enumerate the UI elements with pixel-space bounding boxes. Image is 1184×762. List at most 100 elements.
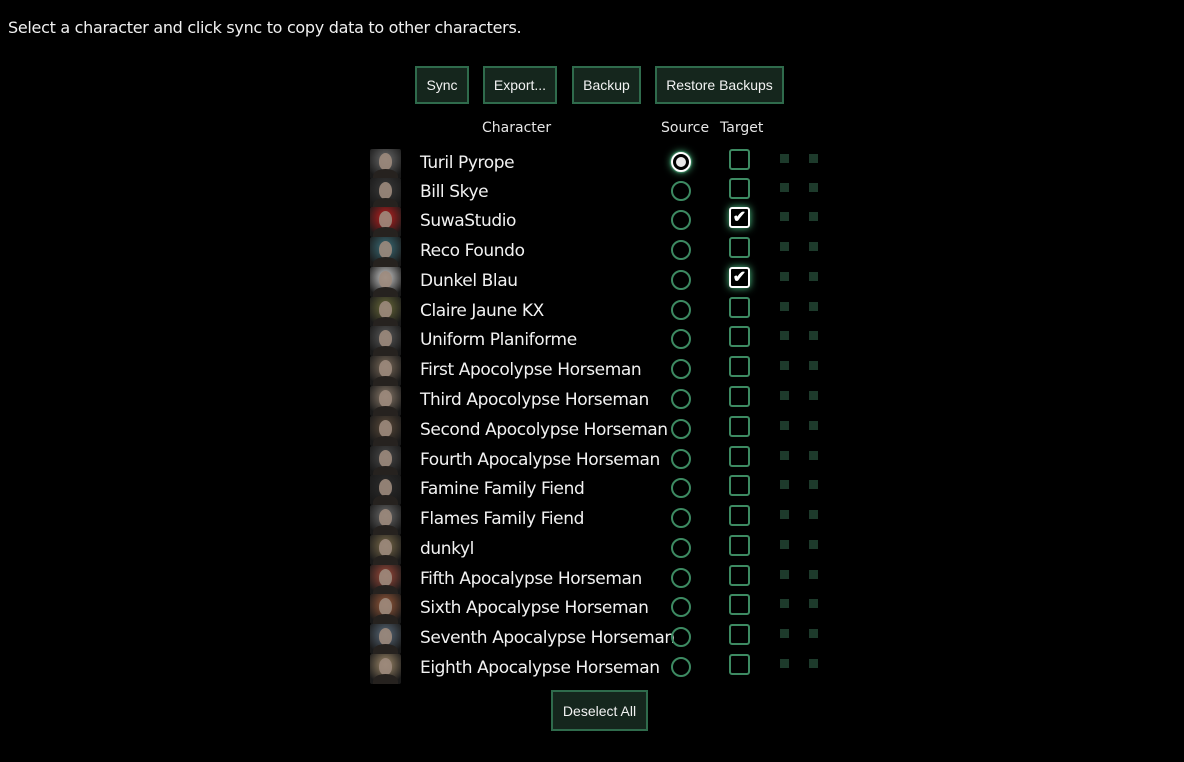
source-radio[interactable] xyxy=(671,568,691,588)
status-indicator xyxy=(780,451,789,460)
source-radio[interactable] xyxy=(671,508,691,528)
character-row[interactable]: Fourth Apocalypse Horseman xyxy=(370,446,830,476)
character-name: Flames Family Fiend xyxy=(420,509,584,529)
source-radio[interactable] xyxy=(671,538,691,558)
source-radio[interactable] xyxy=(671,329,691,349)
target-checkbox[interactable] xyxy=(729,237,750,258)
portrait-face xyxy=(379,182,392,199)
sync-button[interactable]: Sync xyxy=(415,66,469,104)
source-radio[interactable] xyxy=(671,300,691,320)
status-indicator xyxy=(809,331,818,340)
source-radio[interactable] xyxy=(671,240,691,260)
character-row[interactable]: Flames Family Fiend xyxy=(370,505,830,535)
target-checkbox[interactable] xyxy=(729,149,750,170)
character-row[interactable]: SuwaStudio ✔ xyxy=(370,207,830,237)
source-radio[interactable] xyxy=(671,478,691,498)
source-radio[interactable] xyxy=(671,210,691,230)
character-row[interactable]: Fifth Apocalypse Horseman xyxy=(370,565,830,595)
character-row[interactable]: Dunkel Blau ✔ xyxy=(370,267,830,297)
backup-button[interactable]: Backup xyxy=(572,66,641,104)
source-radio[interactable] xyxy=(671,270,691,290)
source-radio[interactable] xyxy=(671,419,691,439)
character-row[interactable]: Seventh Apocalypse Horseman xyxy=(370,624,830,654)
character-row[interactable]: Reco Foundo xyxy=(370,237,830,267)
target-checkbox[interactable] xyxy=(729,505,750,526)
character-row[interactable]: Second Apocolypse Horseman xyxy=(370,416,830,446)
character-row[interactable]: dunkyl xyxy=(370,535,830,565)
target-checkbox[interactable] xyxy=(729,594,750,615)
export-button[interactable]: Export... xyxy=(483,66,557,104)
target-checkbox[interactable] xyxy=(729,356,750,377)
source-radio[interactable] xyxy=(671,181,691,201)
character-row[interactable]: Turil Pyrope xyxy=(370,149,830,179)
character-row[interactable]: First Apocolypse Horseman xyxy=(370,356,830,386)
character-portrait xyxy=(370,386,401,416)
deselect-all-button[interactable]: Deselect All xyxy=(551,690,648,731)
target-checkbox[interactable] xyxy=(729,624,750,645)
portrait-face xyxy=(379,360,392,377)
source-radio[interactable] xyxy=(671,389,691,409)
target-checkbox[interactable] xyxy=(729,654,750,675)
character-row[interactable]: Uniform Planiforme xyxy=(370,326,830,356)
status-indicator xyxy=(780,421,789,430)
target-checkbox[interactable] xyxy=(729,326,750,347)
source-column-header: Source xyxy=(661,120,710,136)
target-checkbox[interactable] xyxy=(729,386,750,407)
source-radio[interactable] xyxy=(671,657,691,677)
checkmark-icon: ✔ xyxy=(732,209,747,226)
portrait-face xyxy=(379,479,392,496)
character-row[interactable]: Bill Skye xyxy=(370,178,830,208)
character-name: Fourth Apocalypse Horseman xyxy=(420,450,660,470)
portrait-face xyxy=(379,509,392,526)
target-checkbox[interactable] xyxy=(729,178,750,199)
instructions-text: Select a character and click sync to cop… xyxy=(8,18,522,37)
character-row[interactable]: Claire Jaune KX xyxy=(370,297,830,327)
restore-backups-button[interactable]: Restore Backups xyxy=(655,66,784,104)
target-checkbox[interactable] xyxy=(729,446,750,467)
status-indicator xyxy=(780,183,789,192)
source-radio[interactable] xyxy=(671,359,691,379)
character-row[interactable]: Sixth Apocalypse Horseman xyxy=(370,594,830,624)
portrait-face xyxy=(379,598,392,615)
character-row[interactable]: Famine Family Fiend xyxy=(370,475,830,505)
status-indicator xyxy=(809,242,818,251)
status-indicator xyxy=(809,480,818,489)
status-indicator xyxy=(809,272,818,281)
status-indicator xyxy=(780,391,789,400)
status-indicator xyxy=(780,540,789,549)
character-row[interactable]: Third Apocolypse Horseman xyxy=(370,386,830,416)
source-radio[interactable] xyxy=(671,627,691,647)
status-indicator xyxy=(780,272,789,281)
target-checkbox[interactable] xyxy=(729,565,750,586)
target-checkbox[interactable] xyxy=(729,297,750,318)
character-portrait xyxy=(370,416,401,446)
source-radio[interactable] xyxy=(671,597,691,617)
character-name: Seventh Apocalypse Horseman xyxy=(420,628,675,648)
portrait-face xyxy=(379,211,392,228)
status-indicator xyxy=(809,183,818,192)
status-indicator xyxy=(780,212,789,221)
status-indicator xyxy=(780,361,789,370)
target-checkbox[interactable] xyxy=(729,535,750,556)
portrait-shoulders xyxy=(373,644,398,654)
target-checkbox[interactable] xyxy=(729,416,750,437)
source-radio[interactable] xyxy=(671,152,691,172)
character-name: Third Apocolypse Horseman xyxy=(420,390,649,410)
portrait-shoulders xyxy=(373,674,398,684)
portrait-face xyxy=(379,301,392,318)
source-radio[interactable] xyxy=(671,449,691,469)
target-checkbox[interactable] xyxy=(729,475,750,496)
portrait-shoulders xyxy=(373,525,398,535)
character-row[interactable]: Eighth Apocalypse Horseman xyxy=(370,654,830,684)
portrait-face xyxy=(379,390,392,407)
status-indicator xyxy=(780,599,789,608)
character-portrait xyxy=(370,594,401,624)
portrait-face xyxy=(379,658,392,675)
character-portrait xyxy=(370,237,401,267)
target-checkbox[interactable]: ✔ xyxy=(729,207,750,228)
character-name: Claire Jaune KX xyxy=(420,301,544,321)
portrait-face xyxy=(379,241,392,258)
character-name: Sixth Apocalypse Horseman xyxy=(420,598,649,618)
portrait-face xyxy=(379,420,392,437)
target-checkbox[interactable]: ✔ xyxy=(729,267,750,288)
